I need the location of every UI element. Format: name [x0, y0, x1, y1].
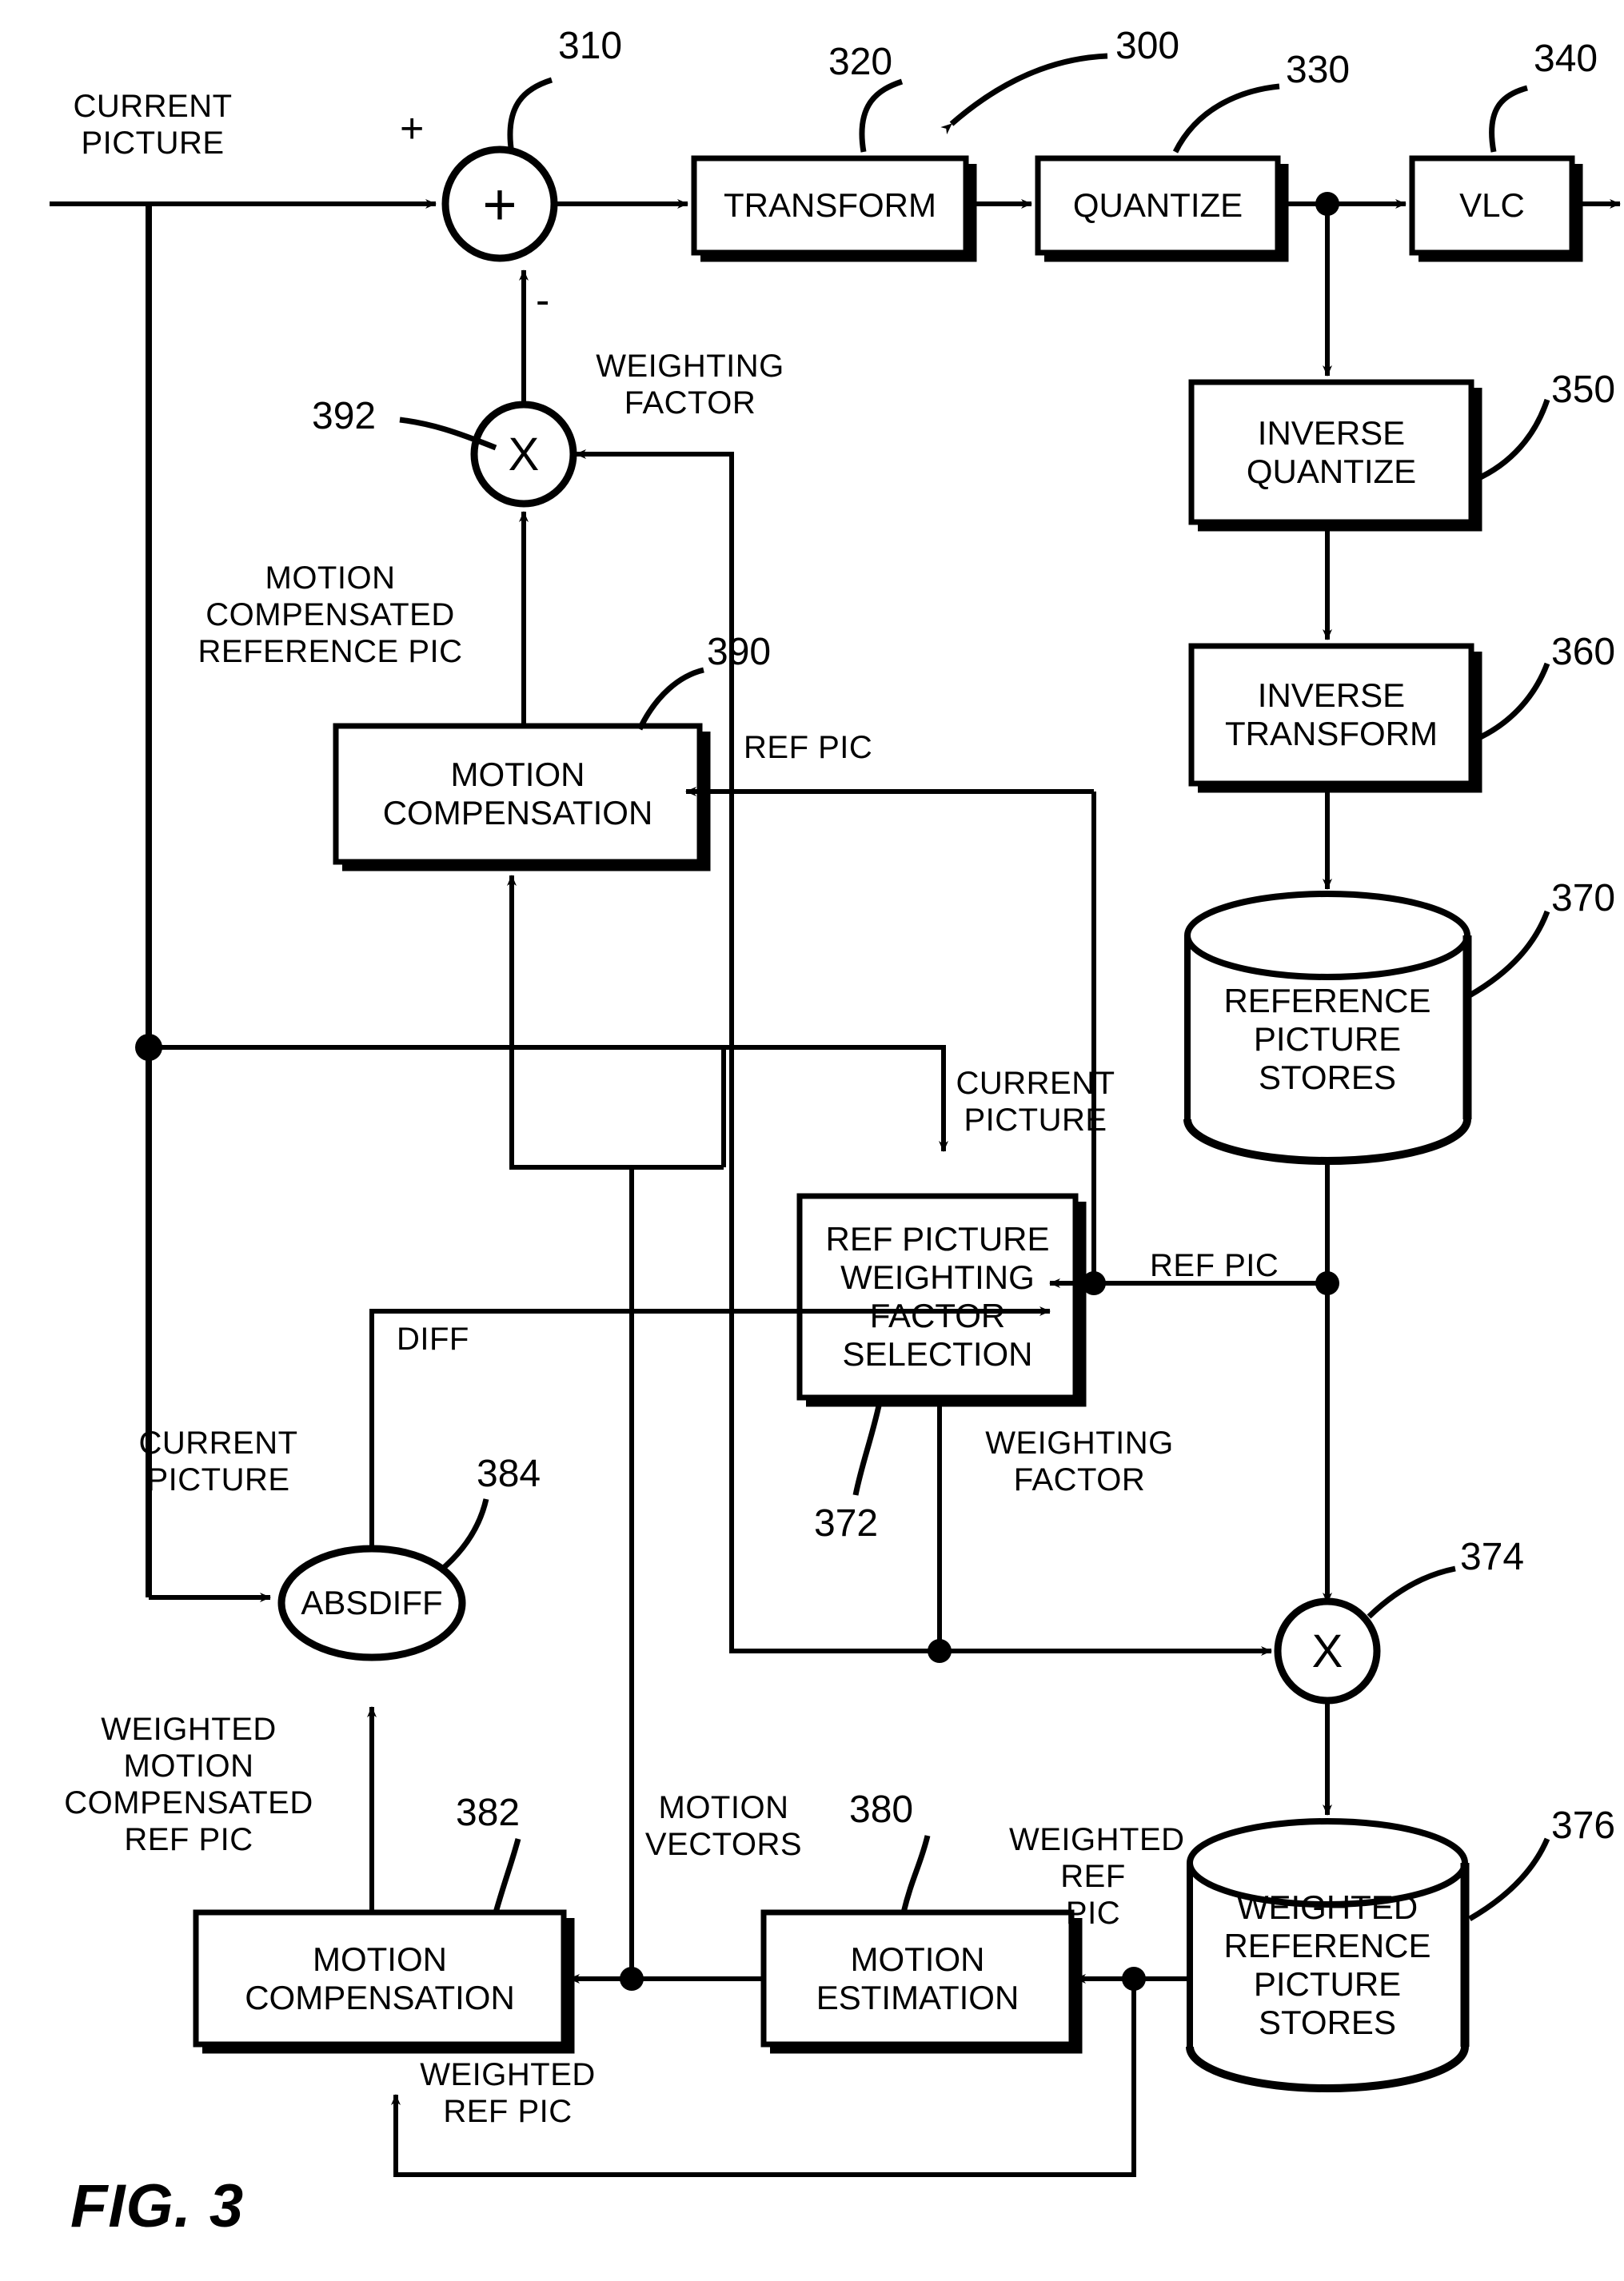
ref-numeral-330: 330 — [1286, 49, 1351, 91]
signal-label-ref-pic-right: REF PIC — [1150, 1248, 1279, 1283]
signal-label-weighting-factor-top: WEIGHTING FACTOR — [596, 349, 784, 421]
ref-numeral-340: 340 — [1534, 38, 1598, 80]
patent-figure-page: TRANSFORM QUANTIZE VLC INVERSE QUANTIZE … — [0, 0, 1624, 2281]
signal-label-current-picture-left: CURRENT PICTURE — [138, 1426, 298, 1497]
ref-numeral-320: 320 — [828, 41, 893, 83]
ref-numeral-384: 384 — [477, 1453, 541, 1495]
figure-caption: FIG. 3 — [70, 2172, 245, 2240]
ref-numeral-360: 360 — [1551, 631, 1616, 673]
signal-label-weighting-factor-mid: WEIGHTING FACTOR — [985, 1426, 1174, 1497]
ref-numeral-310: 310 — [558, 25, 623, 67]
ref-numeral-392: 392 — [312, 395, 377, 437]
ref-numeral-370: 370 — [1551, 877, 1616, 919]
absdiff-symbol: ABSDIFF — [301, 1584, 443, 1621]
diagram-wiring — [50, 53, 1621, 2177]
summer-minus-sign: - — [536, 277, 550, 324]
summer-symbol: + — [482, 170, 517, 237]
signal-label-weighted-ref-pic-right: WEIGHTED REF PIC — [1009, 1822, 1185, 1931]
multiplier-392-symbol: X — [508, 428, 540, 481]
ref-numeral-376: 376 — [1551, 1804, 1616, 1847]
ref-numeral-390: 390 — [707, 631, 772, 673]
ref-numeral-372: 372 — [814, 1502, 879, 1545]
ref-numeral-350: 350 — [1551, 369, 1616, 411]
signal-label-diff: DIFF — [397, 1322, 469, 1357]
ref-numeral-300: 300 — [1115, 25, 1180, 67]
ref-numeral-380: 380 — [849, 1789, 914, 1831]
signal-label-current-picture-input: CURRENT PICTURE — [73, 89, 233, 161]
signal-label-weighted-ref-pic-bottom: WEIGHTED REF PIC — [420, 2057, 596, 2129]
signal-label-motion-vectors: MOTION VECTORS — [644, 1790, 803, 1862]
signal-label-motion-compensated-reference-pic: MOTION COMPENSATED REFERENCE PIC — [198, 560, 463, 669]
signal-label-weighted-motion-compensated-ref-pic: WEIGHTED MOTION COMPENSATED REF PIC — [64, 1712, 313, 1857]
signal-label-current-picture-mid: CURRENT PICTURE — [956, 1066, 1115, 1138]
multiplier-374-symbol: X — [1311, 1625, 1343, 1677]
signal-label-ref-pic-mid: REF PIC — [744, 730, 873, 765]
ref-numeral-374: 374 — [1460, 1536, 1525, 1578]
ref-numeral-382: 382 — [456, 1792, 521, 1834]
summer-plus-sign: + — [400, 106, 425, 152]
